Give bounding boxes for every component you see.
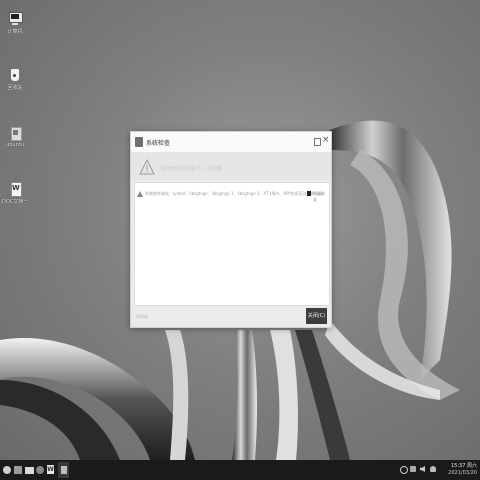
dialog-titlebar[interactable]: 系统检查 × — [131, 132, 331, 152]
word-doc-icon[interactable]: W — [47, 465, 56, 475]
trash-icon — [9, 68, 21, 82]
network-icon[interactable] — [400, 466, 408, 474]
notification-icon[interactable] — [430, 466, 437, 473]
desktop-icon-label: 回收站 — [7, 85, 23, 91]
start-menu-icon[interactable] — [3, 465, 12, 475]
browser-icon[interactable] — [36, 465, 45, 475]
issue-status: 不能修复 — [313, 191, 325, 202]
desktop-icon-doc[interactable]: W DOC文档一 — [2, 182, 28, 205]
dialog-header: 检测到的问题如下，请处理 — [131, 152, 331, 180]
system-check-dialog: 系统检查 × 检测到的问题如下，请处理 系统软件缺失：lynfod、libsgt… — [130, 131, 332, 328]
folder-icon[interactable] — [25, 465, 34, 475]
word-doc-icon: W — [9, 182, 22, 197]
desktop-icon-trash[interactable]: 回收站 — [2, 68, 28, 91]
desktop-icon-computer[interactable]: 计算机 — [2, 12, 28, 35]
desktop-icon-label: 计算机 — [7, 29, 23, 35]
footer-status: 请稍候 — [136, 314, 148, 319]
taskbar-active-app[interactable] — [58, 462, 69, 478]
header-message: 检测到的问题如下，请处理 — [161, 166, 222, 172]
dialog-title: 系统检查 — [146, 140, 171, 147]
file-manager-icon[interactable] — [14, 465, 23, 475]
volume-icon[interactable] — [420, 466, 427, 473]
input-method-icon[interactable] — [410, 466, 417, 473]
app-icon — [135, 137, 143, 147]
warning-icon — [137, 191, 143, 197]
desktop-icon-home[interactable]: ubuntu — [2, 126, 28, 148]
close-button[interactable]: 关闭(C) — [306, 308, 327, 324]
issue-message: 系统软件缺失：lynfod、libsgtngs、libsgtngs 1、libs… — [145, 191, 323, 196]
list-item[interactable]: 系统软件缺失：lynfod、libsgtngs、libsgtngs 1、libs… — [137, 191, 327, 202]
result-panel: 系统软件缺失：lynfod、libsgtngs、libsgtngs 1、libs… — [134, 182, 330, 306]
close-icon[interactable]: × — [322, 135, 330, 145]
taskbar: W 15:37 周六 2021/03/20 — [0, 460, 480, 480]
home-folder-icon — [9, 126, 22, 141]
desktop-icon-label: DOC文档一 — [2, 199, 29, 205]
computer-icon — [9, 12, 23, 26]
warning-icon — [139, 159, 155, 175]
desktop-icon-label: ubuntu — [6, 142, 24, 148]
clock-time[interactable]: 15:37 周六 — [447, 462, 477, 469]
status-flag-icon — [307, 191, 311, 196]
maximize-icon[interactable] — [314, 138, 321, 146]
clock-date[interactable]: 2021/03/20 — [447, 470, 477, 476]
